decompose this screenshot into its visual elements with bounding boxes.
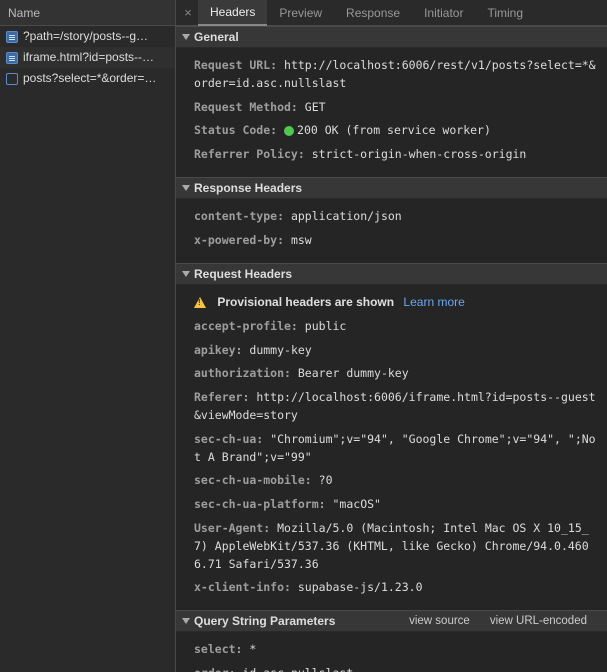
section-title: General bbox=[194, 26, 239, 48]
tab-headers[interactable]: Headers bbox=[198, 0, 267, 26]
view-source-button[interactable]: view source bbox=[409, 610, 470, 632]
header-row: x-powered-by: msw bbox=[176, 229, 607, 253]
header-row: order: id.asc.nullslast bbox=[176, 662, 607, 672]
section-request-headers-body: Provisional headers are shown Learn more… bbox=[176, 285, 607, 611]
tab-response[interactable]: Response bbox=[334, 0, 412, 26]
details-panel: × Headers Preview Response Initiator Tim… bbox=[176, 0, 607, 672]
header-row: apikey: dummy-key bbox=[176, 339, 607, 363]
header-row: accept-profile: public bbox=[176, 315, 607, 339]
request-item[interactable]: ?path=/story/posts--g… bbox=[0, 26, 175, 47]
request-item-label: ?path=/story/posts--g… bbox=[23, 26, 148, 47]
header-row: sec-ch-ua-platform: "macOS" bbox=[176, 493, 607, 517]
status-dot-icon bbox=[284, 126, 294, 136]
tab-preview[interactable]: Preview bbox=[267, 0, 334, 26]
request-item-label: iframe.html?id=posts--… bbox=[23, 47, 154, 68]
triangle-down-icon bbox=[182, 618, 190, 624]
tab-timing[interactable]: Timing bbox=[475, 0, 535, 26]
request-list-sidebar: Name ?path=/story/posts--g… iframe.html?… bbox=[0, 0, 176, 672]
header-row: Request URL: http://localhost:6006/rest/… bbox=[176, 54, 607, 96]
document-icon bbox=[6, 52, 18, 64]
section-query-params-header[interactable]: Query String Parameters view source view… bbox=[176, 610, 607, 632]
section-title: Request Headers bbox=[194, 263, 292, 285]
request-item[interactable]: posts?select=*&order=… bbox=[0, 68, 175, 89]
section-query-params-body: select: * order: id.asc.nullslast bbox=[176, 632, 607, 672]
request-item[interactable]: iframe.html?id=posts--… bbox=[0, 47, 175, 68]
section-title: Query String Parameters bbox=[194, 610, 335, 632]
document-outline-icon bbox=[6, 73, 18, 85]
provisional-warning: Provisional headers are shown Learn more bbox=[176, 291, 607, 315]
request-item-label: posts?select=*&order=… bbox=[23, 68, 156, 89]
detail-tabs: × Headers Preview Response Initiator Tim… bbox=[176, 0, 607, 26]
header-row: Referer: http://localhost:6006/iframe.ht… bbox=[176, 386, 607, 428]
triangle-down-icon bbox=[182, 34, 190, 40]
header-row: Referrer Policy: strict-origin-when-cros… bbox=[176, 143, 607, 167]
header-row: Request Method: GET bbox=[176, 96, 607, 120]
section-request-headers-header[interactable]: Request Headers bbox=[176, 263, 607, 285]
document-icon bbox=[6, 31, 18, 43]
view-url-encoded-button[interactable]: view URL-encoded bbox=[490, 610, 587, 632]
request-list: ?path=/story/posts--g… iframe.html?id=po… bbox=[0, 26, 175, 672]
header-row: Status Code: 200 OK (from service worker… bbox=[176, 119, 607, 143]
header-row: x-client-info: supabase-js/1.23.0 bbox=[176, 576, 607, 600]
header-row: sec-ch-ua: "Chromium";v="94", "Google Ch… bbox=[176, 428, 607, 470]
section-response-headers-body: content-type: application/json x-powered… bbox=[176, 199, 607, 263]
warning-icon bbox=[194, 297, 206, 308]
sidebar-header-name[interactable]: Name bbox=[0, 0, 175, 26]
tab-initiator[interactable]: Initiator bbox=[412, 0, 475, 26]
section-general-body: Request URL: http://localhost:6006/rest/… bbox=[176, 48, 607, 177]
section-general-header[interactable]: General bbox=[176, 26, 607, 48]
close-icon[interactable]: × bbox=[178, 5, 198, 20]
section-response-headers-header[interactable]: Response Headers bbox=[176, 177, 607, 199]
triangle-down-icon bbox=[182, 185, 190, 191]
learn-more-link[interactable]: Learn more bbox=[403, 295, 464, 309]
qsp-actions: view source view URL-encoded bbox=[409, 610, 601, 632]
headers-content[interactable]: General Request URL: http://localhost:60… bbox=[176, 26, 607, 672]
header-row: User-Agent: Mozilla/5.0 (Macintosh; Inte… bbox=[176, 517, 607, 576]
section-title: Response Headers bbox=[194, 177, 302, 199]
triangle-down-icon bbox=[182, 271, 190, 277]
header-row: content-type: application/json bbox=[176, 205, 607, 229]
header-row: authorization: Bearer dummy-key bbox=[176, 362, 607, 386]
header-row: sec-ch-ua-mobile: ?0 bbox=[176, 469, 607, 493]
header-row: select: * bbox=[176, 638, 607, 662]
